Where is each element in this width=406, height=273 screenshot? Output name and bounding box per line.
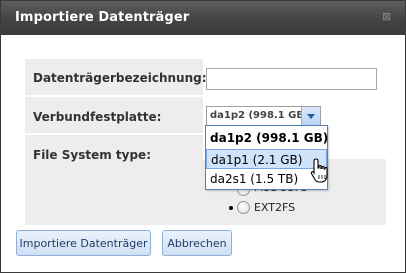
import-button[interactable]: Importiere Datenträger — [16, 230, 151, 256]
disk-label: Verbundfestplatte: — [33, 110, 162, 124]
disk-option-label: da1p2 (998.1 GB) — [210, 131, 329, 145]
fs-radio-ext2fs[interactable] — [237, 201, 250, 214]
disk-option-label: da1p1 (2.1 GB) — [211, 153, 303, 167]
volume-name-label: Datenträgerbezeichnung: — [33, 71, 207, 85]
filesystem-type-label: File System type: — [33, 148, 151, 162]
disk-option[interactable]: da2s1 (1.5 TB) — [206, 169, 327, 189]
hand-cursor-icon — [310, 158, 328, 183]
disk-option-label: da2s1 (1.5 TB) — [210, 172, 299, 186]
row-divider — [25, 133, 203, 135]
disk-select[interactable]: da1p2 (998.1 GB) — [206, 106, 321, 126]
dialog-titlebar[interactable]: Importiere Datenträger ⊠ — [1, 1, 405, 35]
chevron-down-icon[interactable] — [301, 107, 320, 125]
bullet-icon — [229, 206, 233, 210]
import-volume-dialog: Importiere Datenträger ⊠ Datenträgerbeze… — [0, 0, 406, 273]
dialog-title: Importiere Datenträger — [15, 10, 190, 25]
disk-option-highlighted[interactable]: da1p1 (2.1 GB) — [206, 149, 327, 169]
volume-name-input[interactable] — [206, 68, 377, 90]
row-divider — [25, 95, 203, 97]
close-icon[interactable]: ⊠ — [380, 10, 393, 23]
disk-option[interactable]: da1p2 (998.1 GB) — [206, 128, 329, 148]
fs-radio-label-ext2fs: EXT2FS — [254, 201, 296, 214]
disk-select-value: da1p2 (998.1 GB) — [210, 110, 309, 121]
cancel-button[interactable]: Abbrechen — [162, 230, 232, 256]
